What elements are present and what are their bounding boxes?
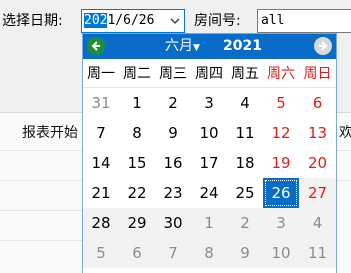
calendar-day[interactable]: 27	[299, 178, 336, 208]
caret-down-icon: ▼	[193, 43, 200, 53]
table-divider	[0, 210, 82, 211]
date-label: 选择日期:	[2, 13, 63, 29]
table-divider	[0, 150, 82, 151]
calendar-day[interactable]: 8	[119, 118, 155, 148]
weekday-label: 周二	[119, 59, 155, 88]
calendar-header: 六月▼ 2021	[83, 34, 336, 59]
weekday-label: 周四	[191, 59, 227, 88]
calendar-day[interactable]: 4	[227, 88, 263, 118]
calendar-day[interactable]: 9	[155, 118, 191, 148]
calendar-day[interactable]: 5	[263, 88, 299, 118]
calendar-day[interactable]: 1	[191, 208, 227, 238]
calendar-day[interactable]: 7	[155, 238, 191, 268]
calendar-week-row: 7 8 9 10 11 12 13	[83, 118, 336, 148]
calendar-week-row: 31 1 2 3 4 5 6	[83, 88, 336, 118]
calendar-day[interactable]: 7	[83, 118, 119, 148]
calendar-day[interactable]: 14	[83, 148, 119, 178]
calendar-day[interactable]: 10	[263, 238, 299, 268]
weekday-label: 周一	[83, 59, 119, 88]
calendar-day[interactable]: 12	[263, 118, 299, 148]
room-label: 房间号:	[194, 13, 241, 29]
calendar-day[interactable]: 18	[227, 148, 263, 178]
calendar-day[interactable]: 13	[299, 118, 336, 148]
calendar-day[interactable]: 3	[263, 208, 299, 238]
weekday-header: 周一 周二 周三 周四 周五 周六 周日	[83, 59, 336, 88]
room-input[interactable]: all	[257, 9, 351, 33]
calendar-day[interactable]: 31	[83, 88, 119, 118]
calendar-day[interactable]: 15	[119, 148, 155, 178]
table-divider	[0, 240, 82, 241]
weekday-label: 周三	[155, 59, 191, 88]
calendar-day[interactable]: 17	[191, 148, 227, 178]
calendar-day[interactable]: 29	[119, 208, 155, 238]
calendar-week-row: 14 15 16 17 18 19 20	[83, 148, 336, 178]
calendar-week-row: 28 29 30 1 2 3 4	[83, 208, 336, 238]
date-value-text: 1/6/26	[107, 13, 155, 28]
table-divider	[336, 180, 351, 181]
calendar-day[interactable]: 20	[299, 148, 336, 178]
arrow-right-icon	[319, 41, 328, 51]
calendar-day[interactable]: 6	[119, 238, 155, 268]
calendar-day[interactable]: 11	[227, 118, 263, 148]
weekday-label: 周五	[227, 59, 263, 88]
column-header-partial: 欢	[339, 125, 351, 141]
calendar-day[interactable]: 4	[299, 208, 336, 238]
calendar-day[interactable]: 28	[83, 208, 119, 238]
next-month-button[interactable]	[314, 37, 332, 55]
calendar-day-selected[interactable]: 26	[263, 178, 299, 208]
year-selector[interactable]: 2021	[223, 38, 262, 54]
calendar-day[interactable]: 5	[83, 238, 119, 268]
table-divider	[336, 150, 351, 151]
calendar-day[interactable]: 3	[191, 88, 227, 118]
previous-month-button[interactable]	[87, 37, 105, 55]
calendar-day[interactable]: 2	[227, 208, 263, 238]
calendar-day[interactable]: 2	[155, 88, 191, 118]
calendar-week-row: 5 6 7 8 9 10 11	[83, 238, 336, 268]
arrow-left-icon	[91, 41, 100, 51]
calendar-day[interactable]: 21	[83, 178, 119, 208]
month-label: 六月	[165, 38, 193, 54]
calendar-day[interactable]: 8	[191, 238, 227, 268]
calendar-day[interactable]: 19	[263, 148, 299, 178]
calendar-day[interactable]: 30	[155, 208, 191, 238]
calendar-days-grid: 31 1 2 3 4 5 6 7 8 9 10 11 12 13 14 15 1…	[83, 88, 336, 268]
calendar-day[interactable]: 16	[155, 148, 191, 178]
table-divider	[0, 180, 82, 181]
weekday-label: 周日	[299, 59, 336, 88]
month-selector[interactable]: 六月▼	[165, 38, 200, 56]
calendar-dropdown: 六月▼ 2021 周一 周二 周三 周四 周五 周六 周日 31 1 2 3 4…	[82, 33, 337, 273]
calendar-day[interactable]: 25	[227, 178, 263, 208]
calendar-day[interactable]: 24	[191, 178, 227, 208]
calendar-day[interactable]: 23	[155, 178, 191, 208]
calendar-day[interactable]: 6	[299, 88, 336, 118]
calendar-day[interactable]: 22	[119, 178, 155, 208]
weekday-label: 周六	[263, 59, 299, 88]
calendar-week-row: 21 22 23 24 25 26 27	[83, 178, 336, 208]
calendar-day[interactable]: 10	[191, 118, 227, 148]
calendar-day[interactable]: 1	[119, 88, 155, 118]
date-picker-input[interactable]: 2021/6/26	[81, 9, 185, 33]
date-value-selected-text: 202	[84, 13, 108, 28]
column-header-report-start: 报表开始	[22, 125, 78, 141]
calendar-day[interactable]: 9	[227, 238, 263, 268]
chevron-down-icon[interactable]	[166, 10, 184, 32]
calendar-day[interactable]: 11	[299, 238, 336, 268]
